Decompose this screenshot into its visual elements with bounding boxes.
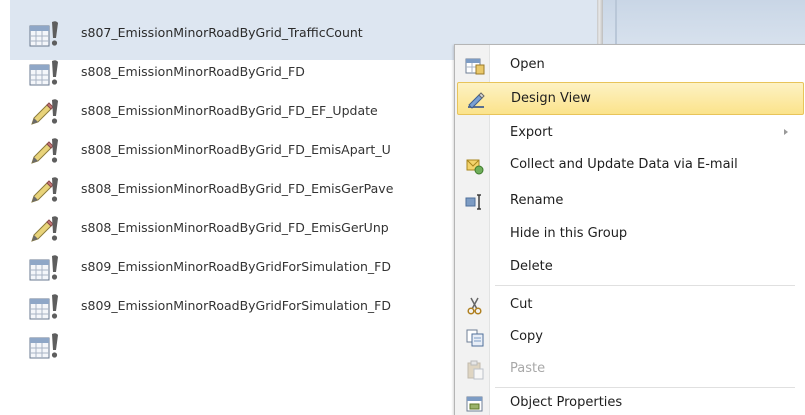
nav-item-label: s808_EmissionMinorRoadByGrid_FD_EmisGerP… xyxy=(81,181,394,196)
paste-icon xyxy=(467,360,484,380)
open-icon xyxy=(465,58,485,75)
nav-item-label: s808_EmissionMinorRoadByGrid_FD_EmisApar… xyxy=(81,142,391,157)
menu-item-rename[interactable]: Rename xyxy=(457,185,804,218)
table-query-icon xyxy=(29,294,58,320)
update-query-icon xyxy=(31,177,58,203)
update-query-icon xyxy=(31,138,58,164)
menu-item-label: Design View xyxy=(511,91,591,106)
menu-item-label: Export xyxy=(510,125,553,140)
menu-item-design-view[interactable]: Design View xyxy=(457,82,804,115)
nav-item-label: s807_EmissionMinorRoadByGrid_TrafficCoun… xyxy=(81,25,363,40)
menu-item-label: Paste xyxy=(510,361,546,376)
context-menu: Open Design View Export Collect and Upda… xyxy=(454,44,805,415)
menu-item-object-properties[interactable]: Object Properties xyxy=(457,387,804,415)
menu-item-label: Delete xyxy=(510,259,553,274)
table-query-icon xyxy=(29,21,58,47)
rename-icon xyxy=(465,194,481,210)
menu-item-label: Hide in this Group xyxy=(510,226,628,241)
menu-item-label: Rename xyxy=(510,193,564,208)
menu-item-hide-in-group[interactable]: Hide in this Group xyxy=(457,218,804,251)
nav-item-label: s809_EmissionMinorRoadByGridForSimulatio… xyxy=(81,259,391,274)
nav-item-label: s808_EmissionMinorRoadByGrid_FD_EF_Updat… xyxy=(81,103,378,118)
menu-item-label: Copy xyxy=(510,329,543,344)
menu-item-copy[interactable]: Copy xyxy=(457,321,804,354)
menu-item-paste[interactable]: Paste xyxy=(457,353,804,386)
menu-item-label: Open xyxy=(510,57,545,72)
menu-item-label: Object Properties xyxy=(510,395,623,410)
nav-item-label: s808_EmissionMinorRoadByGrid_FD xyxy=(81,64,305,79)
menu-item-collect-data[interactable]: Collect and Update Data via E-mail xyxy=(457,149,804,182)
menu-item-label: Collect and Update Data via E-mail xyxy=(510,157,738,172)
design-view-icon xyxy=(468,92,485,109)
collect-data-icon xyxy=(466,159,484,175)
menu-separator xyxy=(495,285,795,286)
menu-item-delete[interactable]: Delete xyxy=(457,251,804,284)
table-query-icon xyxy=(29,333,58,359)
object-properties-icon xyxy=(466,396,483,412)
update-query-icon xyxy=(31,216,58,242)
update-query-icon xyxy=(31,99,58,125)
menu-item-export[interactable]: Export xyxy=(457,117,804,150)
copy-icon xyxy=(466,329,484,347)
menu-item-cut[interactable]: Cut xyxy=(457,289,804,322)
menu-item-open[interactable]: Open xyxy=(457,49,804,82)
menu-item-label: Cut xyxy=(510,297,533,312)
table-query-icon xyxy=(29,255,58,281)
cut-icon xyxy=(467,297,482,315)
nav-item-label: s809_EmissionMinorRoadByGridForSimulatio… xyxy=(81,298,391,313)
submenu-arrow-icon xyxy=(784,129,788,135)
table-query-icon xyxy=(29,60,58,86)
nav-item-label: s808_EmissionMinorRoadByGrid_FD_EmisGerU… xyxy=(81,220,389,235)
